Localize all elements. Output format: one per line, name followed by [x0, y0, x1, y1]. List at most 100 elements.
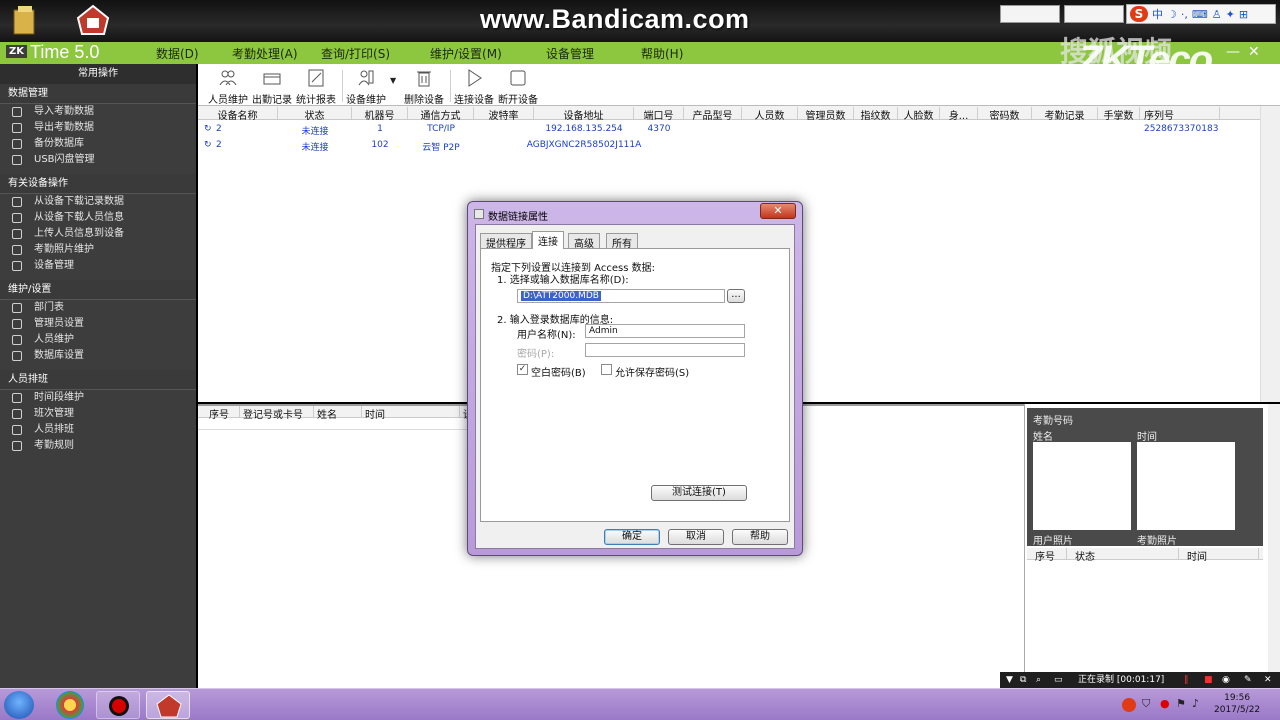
sogou-icon[interactable]: S	[1130, 6, 1148, 22]
user-maintain-button[interactable]: 人员维护	[206, 68, 250, 106]
col-fingerprints[interactable]: 指纹数	[854, 107, 898, 122]
pen-icon[interactable]: ✎	[1244, 672, 1252, 688]
database-name-input[interactable]: D:\ATT2000.MDB	[517, 289, 725, 303]
tab-all[interactable]: 所有	[606, 233, 638, 250]
col-port[interactable]: 端口号	[634, 107, 684, 122]
device-maintain-button[interactable]: 设备维护	[344, 68, 388, 106]
col-status[interactable]: 状态	[278, 107, 352, 122]
table-row[interactable]: ↻ 2 未连接 102 云智 P2P AGBJXGNC2R58502J111A	[198, 137, 1260, 153]
menu-maintenance[interactable]: 维护/设置(M)	[430, 45, 502, 62]
sidebar-item-rules[interactable]: 考勤规则	[0, 438, 196, 454]
menu-attendance[interactable]: 考勤处理(A)	[232, 45, 298, 62]
log-col-name[interactable]: 姓名	[314, 406, 362, 421]
log-col-card[interactable]: 登记号或卡号	[240, 406, 314, 421]
delete-device-button[interactable]: 删除设备	[402, 68, 446, 106]
windows-start-icon[interactable]	[4, 691, 34, 719]
sidebar-item-shifts[interactable]: 班次管理	[0, 406, 196, 422]
sidebar-item-usb[interactable]: USB闪盘管理	[0, 152, 196, 168]
folder-icon[interactable]	[10, 4, 44, 38]
flag-icon[interactable]: ⚑	[1176, 697, 1186, 710]
col-serial[interactable]: 序列号	[1140, 107, 1220, 122]
col-admins[interactable]: 管理员数	[798, 107, 854, 122]
region-icon[interactable]: ▭	[1054, 672, 1063, 688]
col-model[interactable]: 产品型号	[684, 107, 742, 122]
sidebar-section-data[interactable]: 数据管理	[0, 84, 196, 104]
volume-icon[interactable]: ♪	[1192, 697, 1199, 710]
sidebar-item-departments[interactable]: 部门表	[0, 300, 196, 316]
record-tray-icon[interactable]: ●	[1160, 697, 1170, 710]
sidebar-section-scheduling[interactable]: 人员排班	[0, 370, 196, 390]
col-machine-no[interactable]: 机器号	[352, 107, 408, 122]
tray-clock[interactable]: 19:56 2017/5/22	[1214, 692, 1260, 716]
sidebar-item-import[interactable]: 导入考勤数据	[0, 104, 196, 120]
help-button[interactable]: 帮助	[732, 529, 788, 545]
bandicam-task[interactable]	[96, 691, 140, 719]
connect-device-button[interactable]: 连接设备	[452, 68, 496, 106]
sidebar-item-download-records[interactable]: 从设备下载记录数据	[0, 194, 196, 210]
dot-icon[interactable]: ·,	[1181, 8, 1188, 21]
tab-advanced[interactable]: 高级	[568, 233, 600, 250]
log-col-time[interactable]: 时间	[362, 406, 460, 421]
sidebar-item-db-settings[interactable]: 数据库设置	[0, 348, 196, 364]
chevron-down-icon[interactable]: ▼	[1006, 672, 1013, 688]
shield-icon[interactable]: ⛉	[1142, 697, 1150, 711]
username-input[interactable]: Admin	[585, 324, 745, 338]
menu-data[interactable]: 数据(D)	[156, 45, 199, 62]
menu-help[interactable]: 帮助(H)	[641, 45, 683, 62]
sidebar-item-download-users[interactable]: 从设备下载人员信息	[0, 210, 196, 226]
user-icon[interactable]: ♙	[1212, 8, 1222, 21]
sidebar-section-maintenance[interactable]: 维护/设置	[0, 280, 196, 300]
close-icon[interactable]: ✕	[1264, 672, 1272, 688]
sidebar-section-device[interactable]: 有关设备操作	[0, 174, 196, 194]
menu-query[interactable]: 查询/打印(S)	[321, 45, 390, 62]
moon-icon[interactable]: ☽	[1167, 8, 1177, 21]
search-icon[interactable]: ⌕	[1036, 672, 1041, 688]
col-faces[interactable]: 人脸数	[898, 107, 940, 122]
disconnect-device-button[interactable]: 断开设备	[496, 68, 540, 106]
col-passwords[interactable]: 密码数	[978, 107, 1032, 122]
sidebar-item-photos[interactable]: 考勤照片维护	[0, 242, 196, 258]
minimize-icon[interactable]: —	[1226, 44, 1240, 60]
sidebar-item-device-manage[interactable]: 设备管理	[0, 258, 196, 274]
attendance-records-button[interactable]: 出勤记录	[250, 68, 294, 106]
col-device-name[interactable]: 设备名称	[198, 107, 278, 122]
col-palms[interactable]: 手掌数	[1098, 107, 1140, 122]
tab-connection[interactable]: 连接	[532, 231, 564, 249]
cancel-button[interactable]: 取消	[668, 529, 724, 545]
sidebar-item-admins[interactable]: 管理员设置	[0, 316, 196, 332]
sidebar-item-backup[interactable]: 备份数据库	[0, 136, 196, 152]
stop-record-icon[interactable]: ■	[1204, 672, 1213, 688]
col-comm[interactable]: 通信方式	[408, 107, 474, 122]
sidebar-item-export[interactable]: 导出考勤数据	[0, 120, 196, 136]
photo-col-status[interactable]: 状态	[1067, 548, 1179, 563]
menu-device[interactable]: 设备管理	[546, 45, 594, 62]
sidebar-item-upload-users[interactable]: 上传人员信息到设备	[0, 226, 196, 242]
zktime-task[interactable]	[146, 691, 190, 719]
save-password-checkbox[interactable]	[601, 364, 612, 375]
chevron-down-icon[interactable]: ▼	[390, 76, 396, 85]
table-row[interactable]: ↻ 2 未连接 1 TCP/IP 192.168.135.254 4370 25…	[198, 121, 1260, 137]
pause-icon[interactable]: ‖	[1184, 672, 1189, 688]
col-baud[interactable]: 波特率	[474, 107, 534, 122]
app-shortcut-icon[interactable]	[76, 4, 110, 38]
photo-col-seq[interactable]: 序号	[1027, 548, 1067, 563]
test-connection-button[interactable]: 测试连接(T)	[651, 485, 747, 501]
photo-col-time[interactable]: 时间	[1179, 548, 1259, 563]
chrome-icon[interactable]	[56, 691, 84, 719]
col-users[interactable]: 人员数	[742, 107, 798, 122]
grid-icon[interactable]: ⊞	[1239, 8, 1248, 21]
ime-language[interactable]: 中	[1152, 6, 1163, 22]
reports-button[interactable]: 统计报表	[294, 68, 338, 106]
col-att-records[interactable]: 考勤记录	[1032, 107, 1098, 122]
sidebar-item-timeslots[interactable]: 时间段维护	[0, 390, 196, 406]
sidebar-item-schedule[interactable]: 人员排班	[0, 422, 196, 438]
ok-button[interactable]: 确定	[604, 529, 660, 545]
col-id[interactable]: 身...	[940, 107, 978, 122]
log-col-seq[interactable]: 序号	[206, 406, 240, 421]
browse-button[interactable]: ...	[727, 289, 745, 303]
tab-provider[interactable]: 提供程序	[480, 233, 532, 250]
col-address[interactable]: 设备地址	[534, 107, 634, 122]
close-icon[interactable]: ✕	[1248, 44, 1260, 60]
grid-scrollbar[interactable]	[1260, 106, 1280, 402]
password-input[interactable]	[585, 343, 745, 357]
